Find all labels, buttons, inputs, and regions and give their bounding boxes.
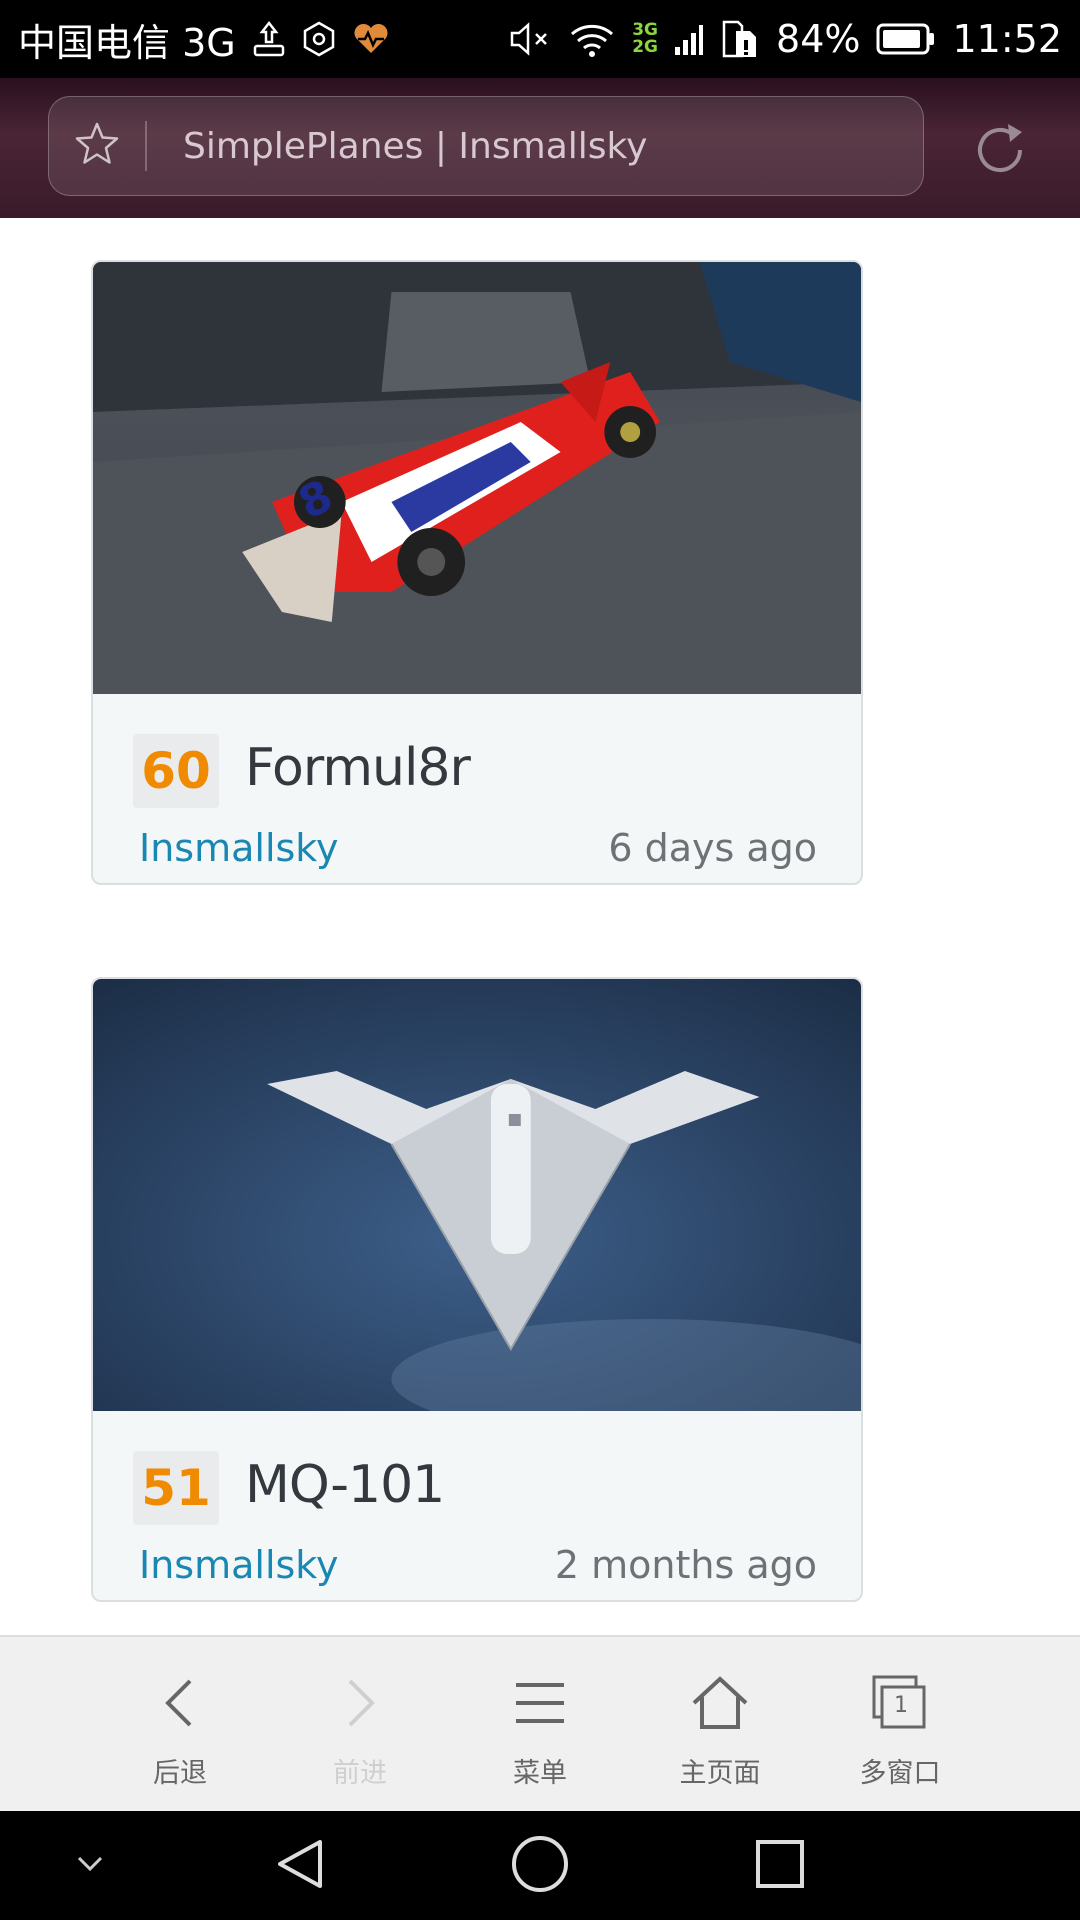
plane-card[interactable]: 51 MQ-101 Insmallsky 2 months ago xyxy=(91,977,863,1602)
windows-label: 多窗口 xyxy=(859,1758,941,1789)
forward-button[interactable]: 前进 xyxy=(270,1637,450,1813)
signal-icon xyxy=(674,21,704,57)
menu-label: 菜单 xyxy=(513,1758,567,1789)
plane-title[interactable]: Formul8r xyxy=(245,738,471,798)
page-title: SimplePlanes | Insmallsky xyxy=(183,125,648,167)
network-type-bottom: 2G xyxy=(632,37,659,57)
browser-toolbar: 后退 前进 菜单 主页面 1 多窗口 xyxy=(0,1635,1080,1811)
posted-time: 2 months ago xyxy=(554,1543,817,1587)
system-nav-bar xyxy=(0,1811,1080,1920)
forward-label: 前进 xyxy=(333,1758,387,1789)
reload-button[interactable] xyxy=(962,114,1038,190)
bookmark-button[interactable] xyxy=(49,96,145,196)
home-icon xyxy=(690,1675,750,1731)
plane-title[interactable]: MQ-101 xyxy=(245,1455,445,1515)
window-count: 1 xyxy=(894,1693,908,1718)
system-recents-button[interactable] xyxy=(740,1811,820,1920)
score-badge: 60 xyxy=(133,734,219,808)
hamburger-menu-icon xyxy=(512,1675,568,1731)
battery-icon xyxy=(876,22,936,56)
circle-home-icon xyxy=(510,1834,570,1898)
star-icon xyxy=(73,120,121,172)
sim-icon xyxy=(720,19,760,59)
address-divider xyxy=(145,121,147,171)
health-heart-icon xyxy=(352,22,390,56)
system-back-button[interactable] xyxy=(260,1811,340,1920)
square-recents-icon xyxy=(754,1838,806,1894)
chevron-left-icon xyxy=(152,1675,208,1731)
plane-thumbnail[interactable]: 8 xyxy=(93,262,861,694)
plane-card[interactable]: 8 60 Formul8r Insmallsky 6 days ago xyxy=(91,260,863,885)
url-field[interactable]: SimplePlanes | Insmallsky xyxy=(48,96,924,196)
posted-time: 6 days ago xyxy=(608,826,817,870)
chevron-down-icon xyxy=(75,1854,105,1878)
back-label: 后退 xyxy=(153,1758,207,1789)
score-badge: 51 xyxy=(133,1451,219,1525)
system-home-button[interactable] xyxy=(500,1811,580,1920)
status-bar: 中国电信 3G 3G 2G 84% 11:52 xyxy=(0,0,1080,78)
battery-percent: 84% xyxy=(776,17,861,61)
reload-icon xyxy=(968,118,1032,186)
multi-window-icon: 1 xyxy=(870,1675,930,1731)
home-button[interactable]: 主页面 xyxy=(630,1637,810,1813)
mute-icon xyxy=(508,20,552,58)
card-info: 51 MQ-101 Insmallsky 2 months ago xyxy=(93,1411,861,1600)
address-bar: SimplePlanes | Insmallsky xyxy=(0,78,1080,218)
author-link[interactable]: Insmallsky xyxy=(139,826,338,870)
network-type: 3G 2G xyxy=(632,22,658,56)
triangle-back-icon xyxy=(272,1836,328,1896)
hide-nav-button[interactable] xyxy=(60,1811,120,1920)
wifi-icon xyxy=(568,20,616,58)
carrier-label: 中国电信 3G xyxy=(18,20,236,65)
settings-hex-icon xyxy=(302,21,336,57)
card-info: 60 Formul8r Insmallsky 6 days ago xyxy=(93,694,861,883)
chevron-right-icon xyxy=(332,1675,388,1731)
author-link[interactable]: Insmallsky xyxy=(139,1543,338,1587)
upload-icon xyxy=(252,20,286,58)
plane-thumbnail[interactable] xyxy=(93,979,861,1411)
windows-button[interactable]: 1 多窗口 xyxy=(810,1637,990,1813)
home-label: 主页面 xyxy=(679,1758,761,1789)
back-button[interactable]: 后退 xyxy=(90,1637,270,1813)
clock: 11:52 xyxy=(952,17,1062,61)
menu-button[interactable]: 菜单 xyxy=(450,1637,630,1813)
